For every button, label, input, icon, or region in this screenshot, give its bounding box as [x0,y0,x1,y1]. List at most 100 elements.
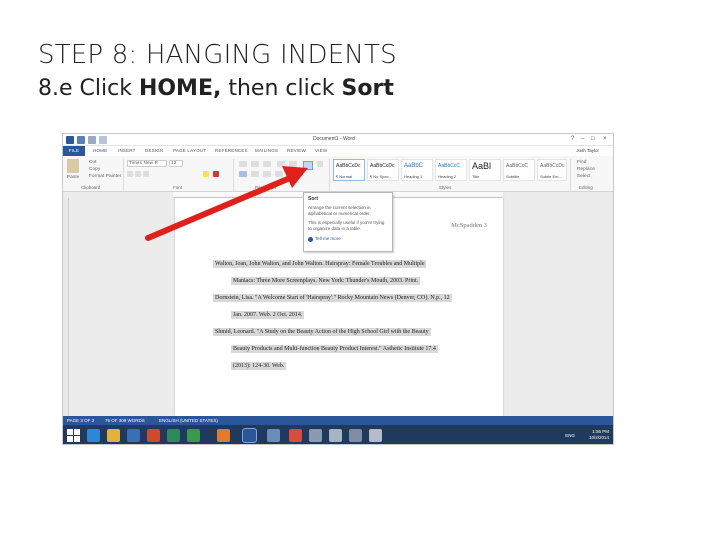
tab-design[interactable]: DESIGN [145,148,163,153]
citation-line[interactable]: Jan. 2007. Web. 2 Oct. 2014. [231,311,305,319]
tab-review[interactable]: REVIEW [287,148,306,153]
undo-icon[interactable] [88,136,96,144]
sort-tooltip: Sort Arrange the current selection in al… [303,192,393,252]
sort-button[interactable] [303,161,313,170]
clock[interactable]: 1:55 PM 10/2/2014 [589,429,609,441]
help-button[interactable]: ? [571,136,574,142]
word-app-icon [66,136,74,144]
word-taskbar-icon[interactable] [242,428,257,443]
tab-insert[interactable]: INSERT [118,148,136,153]
citation-line[interactable]: (2013): 124-30. Web. [231,362,287,370]
slide-subtitle: 8.e Click HOME, then click Sort [38,76,394,101]
replace-button[interactable]: Replace [577,166,595,171]
find-button[interactable]: Find [577,159,587,164]
subtitle-sort: Sort [341,76,394,101]
copy-button[interactable]: Copy [89,166,100,171]
decrease-indent-icon[interactable] [277,161,285,167]
cut-button[interactable]: Cut [89,159,97,164]
align-center-icon[interactable] [251,171,259,177]
firefox-icon[interactable] [217,429,230,442]
word-count[interactable]: 76 OF 309 WORDS [105,418,145,423]
close-button[interactable]: × [603,136,607,142]
excel-icon[interactable] [187,429,200,442]
editing-group-label: Editing [579,185,593,190]
tooltip-description-2: This is especially useful if you're tryi… [308,220,385,232]
user-name[interactable]: Josh Taylor [576,148,599,153]
format-painter-button[interactable]: Format Painter [89,173,122,178]
status-bar: PAGE 3 OF 3 76 OF 309 WORDS ENGLISH (UNI… [63,416,613,425]
windows-start-icon[interactable] [67,429,80,442]
bold-icon[interactable] [127,171,133,177]
window-titlebar: Document1 - Word ? – □ × [63,134,613,146]
underline-icon[interactable] [143,171,149,177]
citation-line[interactable]: Walton, Joan, John Walton, and John Walt… [213,260,427,268]
citation-line[interactable]: Maniacs: Three More Screenplays. New Yor… [231,277,421,285]
font-size-value: 12 [171,160,177,165]
windows-taskbar: ENG 1:55 PM 10/2/2014 [63,425,613,444]
tab-mailings[interactable]: MAILINGS [255,148,278,153]
justify-icon[interactable] [275,171,283,177]
powerpoint-icon[interactable] [147,429,160,442]
tell-me-more-link[interactable]: Tell me more [308,236,388,242]
select-button[interactable]: Select [577,173,591,178]
line-spacing-icon[interactable] [289,171,297,177]
page-count[interactable]: PAGE 3 OF 3 [67,418,94,423]
citation-line[interactable]: Shmid, Leonard. "A Study on the Beauty A… [213,328,431,336]
align-right-icon[interactable] [263,171,271,177]
font-name-value: Times New R [129,160,159,165]
divider [233,159,234,191]
numbering-icon[interactable] [251,161,259,167]
tab-references[interactable]: REFERENCES [215,148,248,153]
app-icon[interactable] [349,429,362,442]
input-language[interactable]: ENG [565,433,575,438]
subtitle-home: HOME, [138,76,222,101]
outlook-icon[interactable] [127,429,140,442]
paragraph-group-label: Paragraph [255,185,277,190]
save-icon[interactable] [77,136,85,144]
app-icon[interactable] [267,429,280,442]
increase-indent-icon[interactable] [289,161,297,167]
italic-icon[interactable] [135,171,141,177]
tab-file[interactable]: FILE [63,146,85,156]
redo-icon[interactable] [99,136,107,144]
style-subtle-emphasis[interactable]: AaBbCcDc Subtle Em... [537,159,567,181]
chrome-icon[interactable] [289,429,302,442]
slide-title: STEP 8: HANGING INDENTS [38,40,397,70]
highlight-icon[interactable] [203,171,209,177]
citation-line[interactable]: Dornstein, Lisa. "A Welcome Start of 'Ha… [213,294,452,302]
style-subtitle[interactable]: AaBbCcC Subtitle [503,159,535,181]
publisher-icon[interactable] [167,429,180,442]
font-group-label: Font [173,185,183,190]
proofing-language[interactable]: ENGLISH (UNITED STATES) [159,418,218,423]
tab-page-layout[interactable]: PAGE LAYOUT [173,148,206,153]
vertical-ruler[interactable] [63,198,69,416]
word-screenshot: Document1 - Word ? – □ × FILE HOME INSER… [62,133,614,445]
app-icon[interactable] [369,429,382,442]
style-heading-2[interactable]: AaBbCcC Heading 2 [435,159,467,181]
style-normal[interactable]: AaBbCcDc ¶ Normal [333,159,365,181]
style-title[interactable]: AaBl Title [469,159,501,181]
style-no-spacing[interactable]: AaBbCcDc ¶ No Spac... [367,159,399,181]
window-title: Document1 - Word [313,136,355,142]
tab-home[interactable]: HOME [93,148,107,153]
show-formatting-icon[interactable] [317,161,323,167]
align-left-icon[interactable] [239,171,247,177]
app-icon[interactable] [329,429,342,442]
multilevel-list-icon[interactable] [263,161,271,167]
maximize-button[interactable]: □ [591,136,595,142]
help-icon [308,236,313,242]
tooltip-description: Arrange the current selection in alphabe… [308,205,371,217]
minimize-button[interactable]: – [581,136,584,142]
font-color-icon[interactable] [213,171,219,177]
page-header: McSpadden 3 [451,222,487,229]
tab-view[interactable]: VIEW [315,148,327,153]
citation-line[interactable]: Beauty Products and Multi-function Beaut… [231,345,438,353]
app-icon[interactable] [309,429,322,442]
ribbon-home: Paste Cut Copy Format Painter Clipboard … [63,156,613,192]
file-explorer-icon[interactable] [107,429,120,442]
bullets-icon[interactable] [239,161,247,167]
style-heading-1[interactable]: AaBbC Heading 1 [401,159,433,181]
paste-icon[interactable] [67,159,79,173]
paste-button[interactable]: Paste [67,174,80,179]
internet-explorer-icon[interactable] [87,429,100,442]
